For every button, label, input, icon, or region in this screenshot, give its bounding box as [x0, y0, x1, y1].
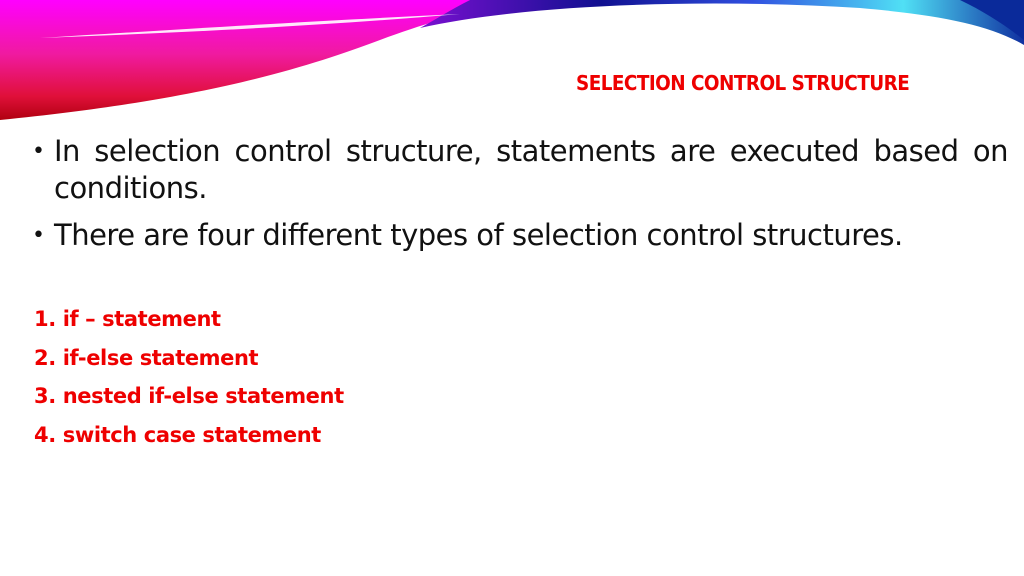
selection-types-list: 1. if – statement 2. if-else statement 3…: [34, 300, 344, 454]
bullet-text: In selection control structure, statemen…: [54, 134, 1009, 205]
item-text: if-else statement: [62, 345, 259, 370]
item-number: 1.: [34, 307, 56, 331]
bullet-marker: •: [32, 223, 45, 248]
item-text: nested if-else statement: [62, 384, 344, 408]
item-number: 2.: [34, 345, 56, 370]
bullet-item: • There are four different types of sele…: [30, 217, 1008, 254]
item-text: switch case statement: [62, 422, 322, 447]
item-number: 4.: [34, 422, 56, 447]
item-number: 3.: [34, 384, 56, 408]
item-text: if – statement: [62, 307, 221, 331]
list-item: 4. switch case statement: [34, 416, 344, 455]
bullet-marker: •: [32, 139, 45, 164]
decorative-swoosh-banner: [0, 0, 1024, 120]
bullet-item: • In selection control structure, statem…: [30, 133, 1009, 207]
bullet-list: • In selection control structure, statem…: [30, 133, 1009, 264]
list-item: 2. if-else statement: [34, 339, 344, 378]
slide-title: SELECTION CONTROL STRUCTURE: [576, 71, 910, 95]
swoosh-blue-cyan: [420, 0, 1024, 45]
list-item: 3. nested if-else statement: [34, 377, 344, 416]
bullet-text: There are four different types of select…: [54, 218, 903, 252]
list-item: 1. if – statement: [34, 300, 344, 339]
